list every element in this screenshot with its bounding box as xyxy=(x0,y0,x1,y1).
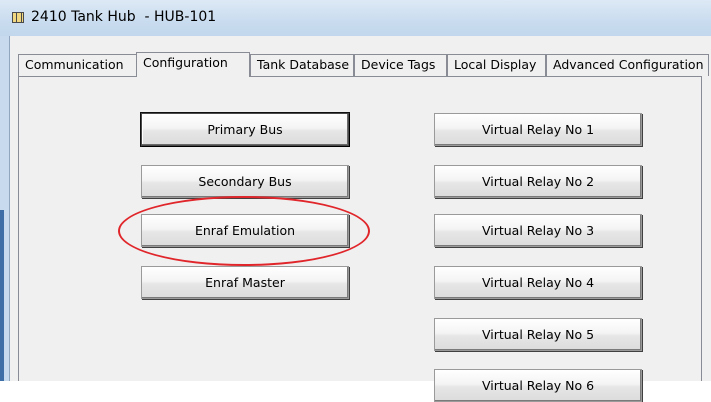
tab-advanced-configuration[interactable]: Advanced Configuration xyxy=(546,54,709,76)
virtual-relay-5-button[interactable]: Virtual Relay No 5 xyxy=(434,318,642,351)
virtual-relay-3-button[interactable]: Virtual Relay No 3 xyxy=(434,214,642,247)
tab-configuration[interactable]: Configuration xyxy=(136,52,250,77)
tab-tank-database[interactable]: Tank Database xyxy=(250,54,354,76)
tab-device-tags[interactable]: Device Tags xyxy=(354,54,447,76)
app-window-icon xyxy=(12,12,24,23)
virtual-relay-1-button[interactable]: Virtual Relay No 1 xyxy=(434,113,642,146)
tab-local-display[interactable]: Local Display xyxy=(447,54,546,76)
enraf-emulation-button[interactable]: Enraf Emulation xyxy=(141,214,349,247)
window-frame-accent xyxy=(0,210,4,381)
primary-bus-button[interactable]: Primary Bus xyxy=(141,113,349,146)
virtual-relay-2-button[interactable]: Virtual Relay No 2 xyxy=(434,165,642,198)
window-title-bar[interactable]: 2410 Tank Hub - HUB-101 xyxy=(0,0,711,36)
tab-communication[interactable]: Communication xyxy=(18,54,137,76)
secondary-bus-button[interactable]: Secondary Bus xyxy=(141,165,349,198)
enraf-master-button[interactable]: Enraf Master xyxy=(141,266,349,299)
window-title: 2410 Tank Hub - HUB-101 xyxy=(31,9,217,25)
virtual-relay-4-button[interactable]: Virtual Relay No 4 xyxy=(434,266,642,299)
virtual-relay-6-button[interactable]: Virtual Relay No 6 xyxy=(434,369,642,402)
